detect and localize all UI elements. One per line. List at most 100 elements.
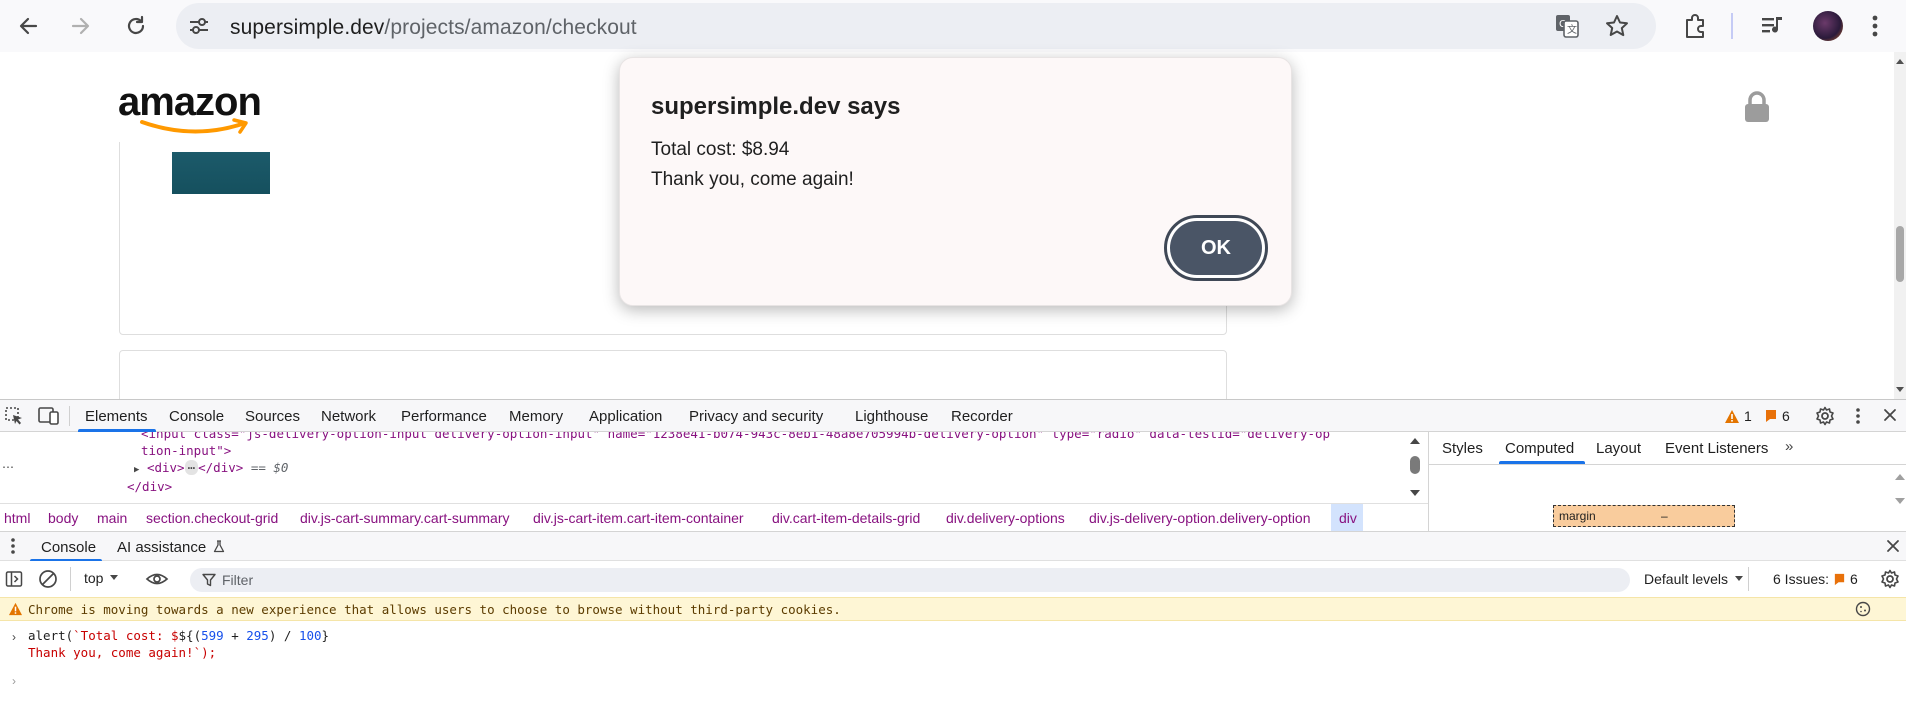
dom-line-div-selected[interactable]: ▶ <div> ⋯ </div> == $0 bbox=[134, 460, 288, 475]
tab-recorder[interactable]: Recorder bbox=[951, 408, 1013, 425]
console-filter-input[interactable]: Filter bbox=[190, 568, 1630, 592]
context-dropdown-icon bbox=[110, 575, 119, 580]
tab-memory[interactable]: Memory bbox=[509, 408, 563, 425]
device-toolbar-icon[interactable] bbox=[38, 406, 60, 429]
tab-privacy-security[interactable]: Privacy and security bbox=[689, 408, 823, 425]
tab-sources[interactable]: Sources bbox=[245, 408, 300, 425]
breadcrumb-details-grid[interactable]: div.cart-item-details-grid bbox=[772, 510, 920, 526]
issues-label: 6 Issues: bbox=[1773, 571, 1830, 587]
elements-scroll-up-icon[interactable] bbox=[1409, 436, 1421, 446]
elements-tree: <input class="js-delivery-option-input d… bbox=[0, 432, 1428, 503]
styles-tabs-divider bbox=[1429, 464, 1906, 465]
devtools-more-icon[interactable] bbox=[1854, 406, 1862, 429]
dom-line-input-cont[interactable]: tion-input"> bbox=[141, 443, 231, 458]
issues-flag-icon bbox=[1834, 573, 1845, 585]
styles-scrollbar[interactable] bbox=[1894, 472, 1906, 512]
clear-console-icon[interactable] bbox=[38, 569, 58, 592]
bookmark-star-icon[interactable] bbox=[1604, 13, 1630, 44]
console-prompt-icon[interactable]: › bbox=[12, 674, 16, 688]
amazon-smile-arrow-icon bbox=[140, 118, 248, 134]
console-output[interactable]: › alert(`Total cost: $${(599 + 295) / 10… bbox=[0, 621, 1906, 704]
expand-triangle-icon[interactable]: ▶ bbox=[134, 465, 139, 475]
scroll-up-arrow-icon[interactable] bbox=[1894, 56, 1906, 66]
toolbar-separator-2 bbox=[1748, 567, 1749, 591]
toolbar-separator bbox=[70, 567, 71, 591]
extensions-icon[interactable] bbox=[1681, 12, 1709, 45]
profile-avatar[interactable] bbox=[1813, 11, 1843, 41]
tab-network[interactable]: Network bbox=[321, 408, 376, 425]
styles-scroll-down-icon[interactable] bbox=[1894, 496, 1906, 506]
dom-line-input[interactable]: <input class="js-delivery-option-input d… bbox=[141, 432, 1330, 441]
issues-counter[interactable]: 6 bbox=[1764, 408, 1790, 424]
elements-scroll-down-icon[interactable] bbox=[1409, 488, 1421, 498]
cart-item-card-2 bbox=[119, 350, 1227, 399]
dom-line-div-close[interactable]: </div> bbox=[127, 479, 172, 494]
breadcrumb-div-selected[interactable]: div bbox=[1339, 510, 1357, 526]
tab-layout[interactable]: Layout bbox=[1596, 440, 1641, 457]
code-prefix: alert(`Total cost: $${( bbox=[28, 628, 201, 643]
tab-computed[interactable]: Computed bbox=[1505, 440, 1574, 457]
inspect-element-icon[interactable] bbox=[4, 406, 24, 429]
tab-application[interactable]: Application bbox=[589, 408, 662, 425]
console-sidebar-toggle-icon[interactable] bbox=[5, 570, 23, 591]
address-bar[interactable]: supersimple.dev/projects/amazon/checkout… bbox=[176, 3, 1656, 49]
elements-scroll-thumb[interactable] bbox=[1410, 456, 1420, 474]
tab-styles[interactable]: Styles bbox=[1442, 440, 1483, 457]
elements-scrollbar[interactable] bbox=[1409, 436, 1421, 498]
back-button[interactable] bbox=[10, 8, 46, 44]
tab-console[interactable]: Console bbox=[169, 408, 224, 425]
div-open-tag: <div> bbox=[146, 460, 185, 475]
drawer-tab-console[interactable]: Console bbox=[41, 539, 96, 556]
log-levels-value: Default levels bbox=[1644, 571, 1729, 587]
tab-event-listeners[interactable]: Event Listeners bbox=[1665, 440, 1768, 457]
styles-scroll-up-icon[interactable] bbox=[1894, 472, 1906, 482]
issues-count: 6 bbox=[1850, 571, 1858, 587]
drawer-tab-ai-assistance[interactable]: AI assistance bbox=[117, 539, 225, 556]
collapsed-ellipsis[interactable]: ⋯ bbox=[184, 460, 199, 475]
breadcrumb-section[interactable]: section.checkout-grid bbox=[146, 510, 278, 526]
site-info-button[interactable] bbox=[184, 12, 214, 40]
media-queue-icon[interactable] bbox=[1760, 14, 1786, 43]
code-end: } bbox=[321, 628, 330, 643]
console-settings-icon[interactable] bbox=[1880, 569, 1900, 592]
scroll-down-arrow-icon[interactable] bbox=[1894, 385, 1906, 395]
devtools-settings-icon[interactable] bbox=[1815, 406, 1835, 429]
more-tabs-chevron-icon[interactable]: » bbox=[1785, 438, 1793, 455]
translate-icon[interactable]: G文 bbox=[1554, 13, 1580, 44]
box-model-margin: margin – bbox=[1553, 505, 1735, 527]
tab-lighthouse[interactable]: Lighthouse bbox=[855, 408, 928, 425]
ok-button[interactable]: OK bbox=[1164, 215, 1268, 281]
dom-dollar-zero: == $0 bbox=[250, 460, 289, 475]
url-domain: supersimple.dev bbox=[230, 16, 385, 39]
issues-link[interactable]: 6 Issues: 6 bbox=[1773, 571, 1858, 587]
drawer-menu-icon[interactable] bbox=[9, 537, 17, 558]
breadcrumb-main[interactable]: main bbox=[97, 510, 127, 526]
tab-elements[interactable]: Elements bbox=[85, 408, 148, 425]
forward-button[interactable] bbox=[63, 8, 99, 44]
warnings-counter[interactable]: 1 bbox=[1724, 408, 1752, 424]
reload-button[interactable] bbox=[118, 8, 154, 44]
cookie-icon[interactable] bbox=[1855, 601, 1871, 617]
log-levels-dropdown[interactable]: Default levels bbox=[1644, 571, 1744, 587]
breadcrumb-html[interactable]: html bbox=[4, 510, 30, 526]
url-text[interactable]: supersimple.dev/projects/amazon/checkout bbox=[230, 16, 637, 40]
page-scroll-thumb[interactable] bbox=[1896, 226, 1904, 282]
code-op: + bbox=[223, 628, 247, 643]
context-selector[interactable]: top bbox=[84, 570, 119, 586]
breadcrumb-cart-item[interactable]: div.js-cart-item.cart-item-container bbox=[533, 510, 744, 526]
console-input-line-1[interactable]: alert(`Total cost: $${(599 + 295) / 100} bbox=[28, 628, 329, 643]
live-expression-eye-icon[interactable] bbox=[145, 570, 169, 591]
tab-performance[interactable]: Performance bbox=[401, 408, 487, 425]
breadcrumb-delivery-option[interactable]: div.js-delivery-option.delivery-option bbox=[1089, 510, 1311, 526]
dom-row-menu-icon[interactable]: ⋯ bbox=[2, 460, 14, 474]
drawer-close-icon[interactable] bbox=[1886, 539, 1900, 556]
devtools-close-icon[interactable] bbox=[1882, 407, 1898, 426]
tab-divider bbox=[69, 406, 70, 426]
breadcrumb-body[interactable]: body bbox=[48, 510, 78, 526]
more-menu-icon[interactable] bbox=[1870, 12, 1880, 45]
breadcrumb-delivery-options[interactable]: div.delivery-options bbox=[946, 510, 1065, 526]
page-scrollbar[interactable] bbox=[1894, 52, 1906, 399]
breadcrumb-cart-summary[interactable]: div.js-cart-summary.cart-summary bbox=[300, 510, 510, 526]
ai-assistance-label: AI assistance bbox=[117, 539, 207, 556]
console-input-line-2[interactable]: Thank you, come again!`); bbox=[28, 645, 216, 660]
